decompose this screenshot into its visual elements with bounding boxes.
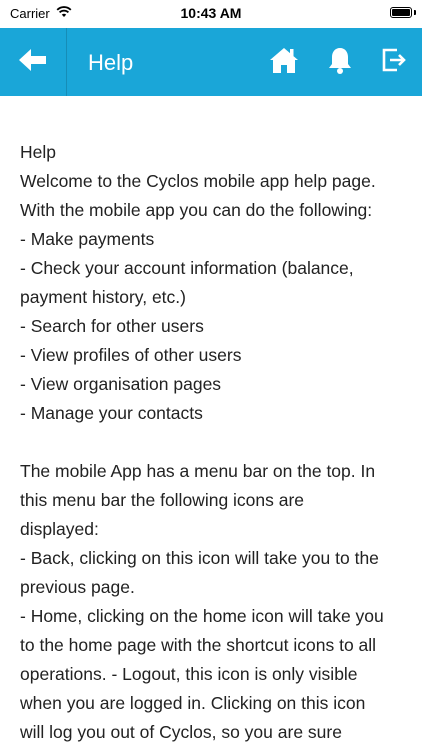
help-line: - Home, clicking on the home icon will t… bbox=[20, 606, 384, 626]
help-line: Help bbox=[20, 142, 56, 162]
help-line: will log you out of Cyclos, so you are s… bbox=[20, 722, 342, 742]
help-line: to the home page with the shortcut icons… bbox=[20, 635, 377, 655]
help-line: - View organisation pages bbox=[20, 374, 222, 394]
help-line: The mobile App has a menu bar on the top… bbox=[20, 461, 376, 481]
logout-icon bbox=[381, 47, 407, 78]
app-bar-divider bbox=[66, 28, 67, 96]
help-line: - View profiles of other users bbox=[20, 345, 242, 365]
help-line: - Make payments bbox=[20, 229, 155, 249]
status-bar: Carrier 10:43 AM bbox=[0, 0, 422, 28]
help-line: - Search for other users bbox=[20, 316, 204, 336]
status-time: 10:43 AM bbox=[180, 5, 242, 21]
help-line: - Check your account information (balanc… bbox=[20, 258, 354, 278]
logout-button[interactable] bbox=[372, 28, 416, 96]
help-line: when you are logged in. Clicking on this… bbox=[20, 693, 366, 713]
app-bar: Help bbox=[0, 28, 422, 96]
help-line: this menu bar the following icons are bbox=[20, 490, 305, 510]
help-line: operations. - Logout, this icon is only … bbox=[20, 664, 358, 684]
help-line: previous page. bbox=[20, 577, 135, 597]
back-arrow-icon bbox=[19, 48, 47, 76]
battery-icon bbox=[390, 7, 412, 18]
help-line: - Back, clicking on this icon will take … bbox=[20, 548, 379, 568]
help-content: Help Welcome to the Cyclos mobile app he… bbox=[20, 138, 410, 747]
home-icon bbox=[269, 46, 299, 79]
bell-icon bbox=[327, 46, 353, 79]
help-line: Welcome to the Cyclos mobile app help pa… bbox=[20, 171, 376, 191]
help-line: With the mobile app you can do the follo… bbox=[20, 200, 373, 220]
home-button[interactable] bbox=[262, 28, 306, 96]
back-button[interactable] bbox=[0, 28, 66, 96]
help-line: payment history, etc.) bbox=[20, 287, 186, 307]
help-line: - Manage your contacts bbox=[20, 403, 203, 423]
page-title: Help bbox=[88, 50, 134, 75]
help-line: displayed: bbox=[20, 519, 99, 539]
battery-tip bbox=[414, 10, 416, 15]
notifications-button[interactable] bbox=[318, 28, 362, 96]
